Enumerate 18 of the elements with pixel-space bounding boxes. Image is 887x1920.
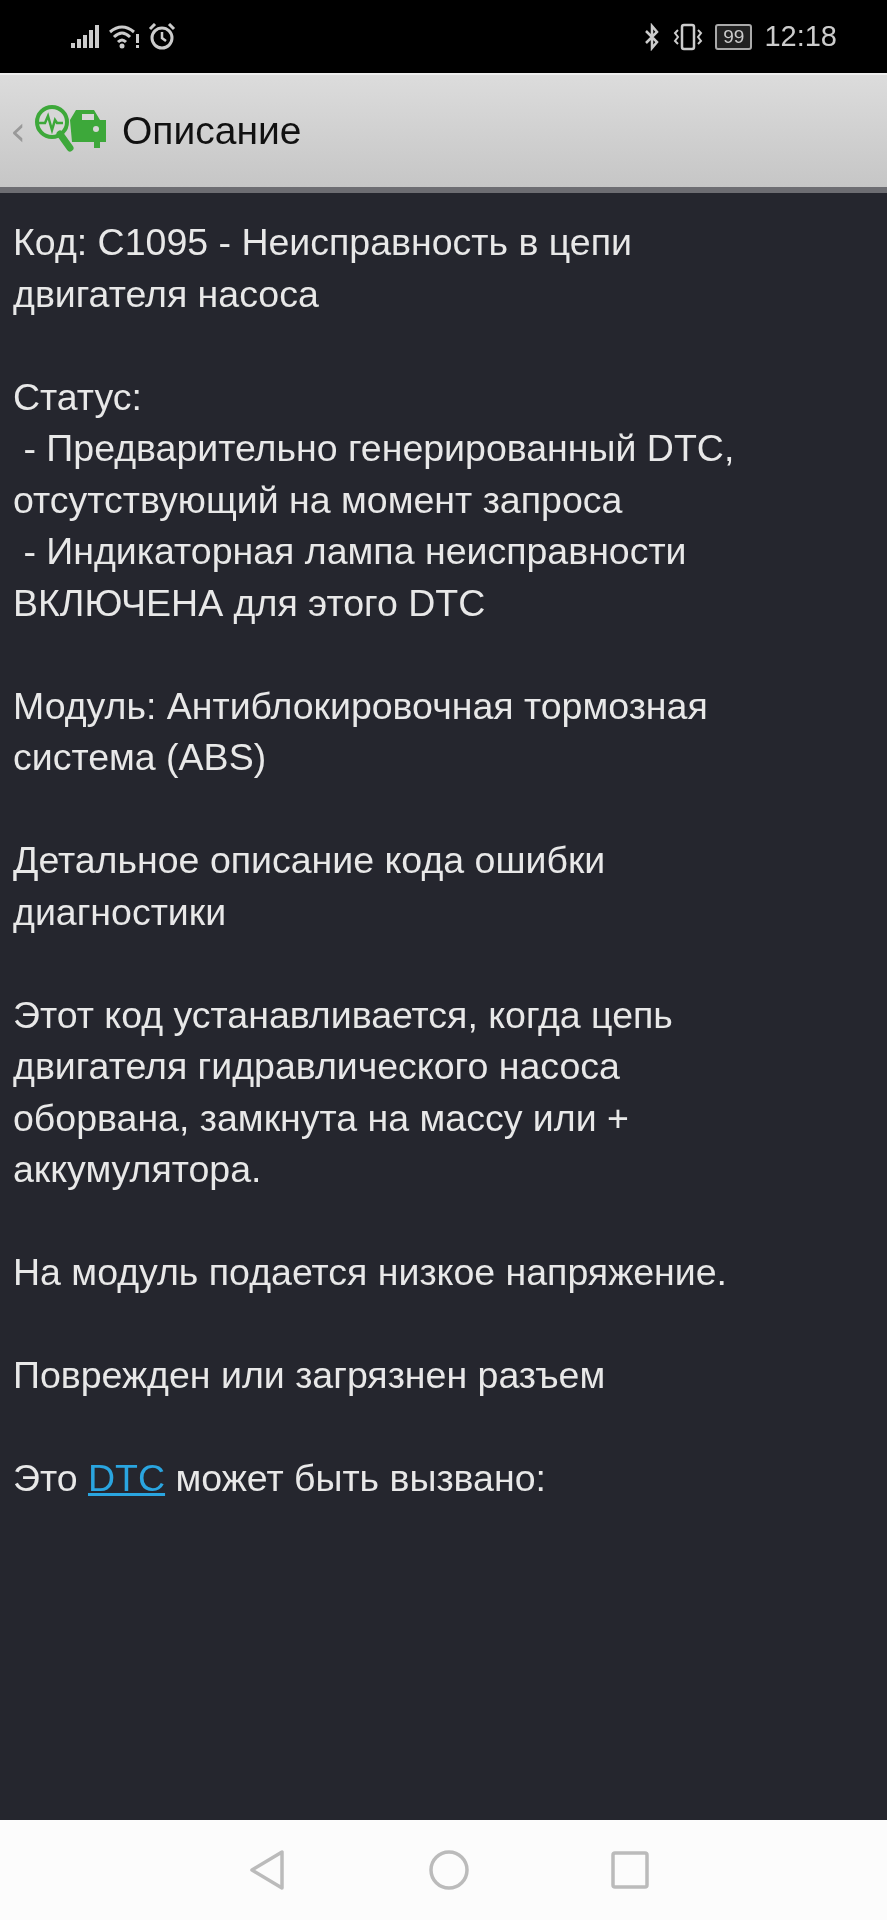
clock: 12:18: [764, 20, 837, 53]
description-text: Детальное описание кода ошибки диагностики: [13, 838, 607, 935]
description-text: Код: C1095 - Неисправность в цепи двигателя насоса: [13, 220, 633, 317]
alarm-icon: [148, 22, 176, 51]
home-icon[interactable]: [427, 1849, 470, 1891]
battery-icon: 99: [715, 23, 753, 50]
recents-icon[interactable]: [609, 1850, 650, 1890]
dtc-link[interactable]: DTC: [88, 1457, 166, 1499]
wifi-icon: [108, 23, 140, 50]
signal-icon: [70, 24, 100, 49]
description-text: Модуль: Антиблокировочная тормозная система (ABS): [13, 683, 709, 780]
description-sentence: Это DTC может быть вызвано:: [13, 1456, 547, 1501]
description-text: Статус: - Предварительно генерированный DTC, отсутствующий на момент запроса - Индикаторная лампа неисправности ВКЛЮЧЕНА для этого DTC: [13, 374, 736, 626]
vibrate-icon: [673, 22, 704, 51]
description-text: Поврежден или загрязнен разъем: [13, 1353, 607, 1398]
description-text: Этот код устанавливается, когда цепь двигателя гидравлического насоса оборвана, замкнута на массу или + аккумулятора.: [13, 992, 674, 1192]
description-text: На модуль подается низкое напряжение.: [13, 1250, 729, 1295]
screen-title: Описание: [122, 109, 302, 153]
